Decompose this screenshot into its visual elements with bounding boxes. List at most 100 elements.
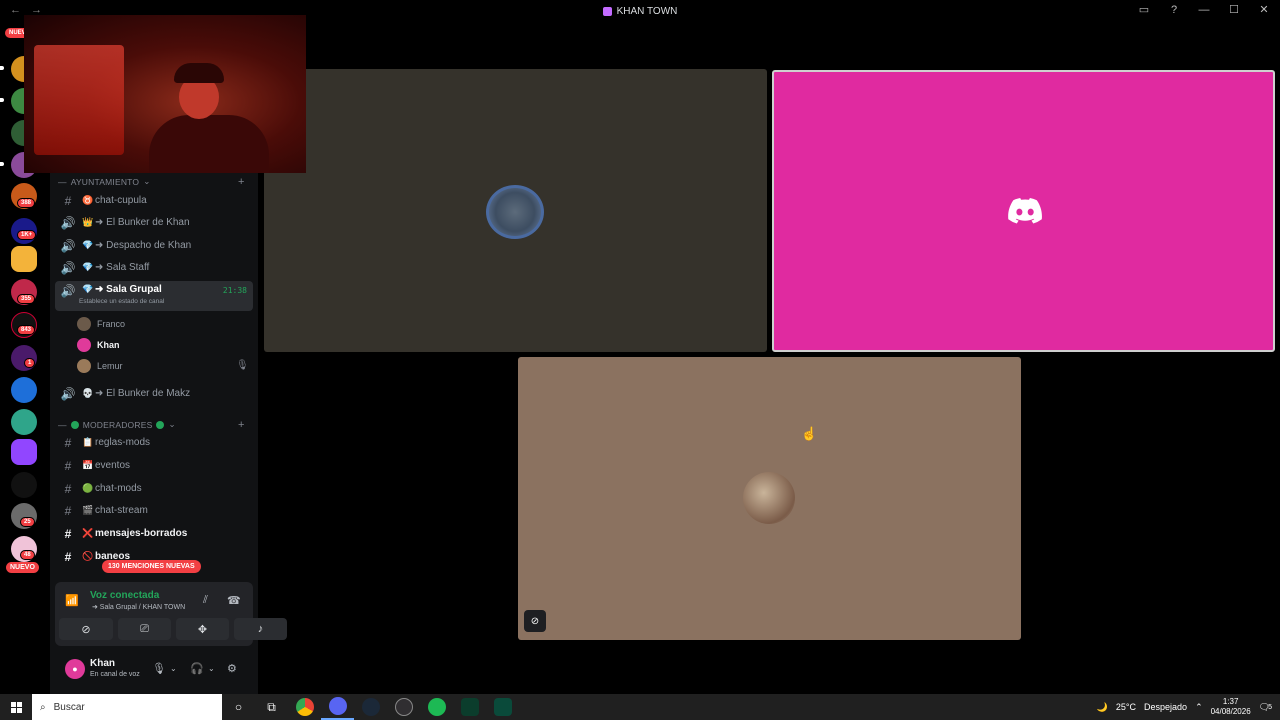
inbox-icon[interactable]: ▭ [1136,3,1152,16]
category-moderadores[interactable]: — MODERADORES ⌄ + [58,419,244,431]
webcam-overlay [24,15,306,173]
channel-chat-cupula[interactable]: # ♉ chat-cupula [55,190,253,211]
chrome-icon [295,698,314,716]
spotify-app[interactable] [420,694,453,720]
text-channel-icon: # [64,435,72,450]
participant-avatar [743,472,795,524]
mention-badge: 388 [17,198,36,208]
server-icon[interactable] [11,377,37,403]
app-icon-glyph [493,698,512,716]
channel-despacho-khan[interactable]: 🔊 💎 ➜ Despacho de Khan [55,235,253,256]
soundboard-button[interactable]: ♪ [234,618,287,640]
webcam-person-hat [174,63,224,83]
channel-label: ➜ Sala Staff [95,262,150,273]
start-button[interactable] [0,694,32,720]
clock[interactable]: 1:37 04/08/2026 [1211,697,1251,717]
noise-suppression-icon[interactable]: ⫽ [203,594,208,607]
category-divider: — [58,419,67,430]
activities-button[interactable]: ✥ [176,618,229,640]
mention-badge: 355 [17,294,36,304]
chevron-down-icon[interactable]: ⌄ [208,664,215,673]
participant-tile-speaking[interactable] [772,70,1275,352]
participant-tile[interactable]: ⊘ [518,357,1021,640]
voice-member[interactable]: Khan [77,336,120,354]
participant-tile[interactable] [264,69,767,352]
voice-timer: 21:38 [222,286,247,295]
search-icon: ⌕ [40,701,46,713]
add-channel-icon[interactable]: + [238,419,245,431]
server-icon [602,6,612,16]
channel-eventos[interactable]: # 📅 eventos [55,455,253,476]
window-title: KHAN TOWN [602,5,678,17]
weather-temp[interactable]: 25°C [1116,702,1136,712]
channel-status-prompt[interactable]: Establece un estado de canal [79,298,164,305]
server-icon[interactable] [11,472,37,498]
channel-sala-grupal[interactable]: 🔊 💎 ➜ Sala Grupal 21:38 Establece un est… [55,281,253,311]
back-arrow-icon[interactable]: ← [10,4,21,16]
channel-chat-stream[interactable]: # 🎬 chat-stream [55,500,253,521]
channel-bunker-makz[interactable]: 🔊 💀 ➜ El Bunker de Makz [55,383,253,404]
help-icon[interactable]: ? [1166,4,1182,16]
maximize-button[interactable]: ☐ [1226,3,1242,16]
chevron-down-icon: ⌄ [143,176,151,186]
microphone-icon[interactable]: 🎙 [152,662,166,675]
server-icon[interactable] [11,409,37,435]
webcam-person-body [149,115,269,173]
voice-member[interactable]: Franco [77,315,125,333]
chevron-up-icon[interactable]: ⌃ [1195,702,1203,713]
monitor-app[interactable] [453,694,486,720]
new-badge[interactable]: NUEVO [6,562,39,573]
chevron-down-icon: ⌄ [168,419,176,429]
voice-status[interactable]: Voz conectada [90,590,159,601]
channel-emoji: 💎 [82,240,94,250]
twitch-server-icon[interactable] [11,439,37,465]
channel-reglas-mods[interactable]: # 📋 reglas-mods [55,432,253,453]
weather-moon-icon[interactable]: 🌙 [1097,702,1108,713]
category-ayuntamiento[interactable]: — AYUNTAMIENTO ⌄ + [58,176,244,188]
channel-sala-staff[interactable]: 🔊 💎 ➜ Sala Staff [55,257,253,278]
category-label: AYUNTAMIENTO [70,176,140,187]
participant-avatar [486,185,544,239]
server-icon[interactable] [11,345,37,371]
close-button[interactable]: ✕ [1256,3,1272,16]
minimize-button[interactable]: — [1196,4,1212,16]
channel-chat-mods[interactable]: # 🟢 chat-mods [55,478,253,499]
channel-label: eventos [95,460,131,471]
task-view-icon[interactable]: ⧉ [255,694,288,720]
discord-app[interactable] [321,694,354,720]
steam-app[interactable] [354,694,387,720]
channel-emoji: 📋 [82,437,94,447]
unread-indicator [0,66,4,70]
chrome-app[interactable] [288,694,321,720]
screen-share-button[interactable]: ⎚ [118,618,171,640]
signal-icon[interactable]: 📶 [65,594,79,607]
weather-desc[interactable]: Despejado [1144,702,1187,712]
headphones-icon[interactable]: 🎧 [190,662,204,675]
channel-mensajes-borrados[interactable]: # ❌ mensajes-borrados [55,523,253,544]
app-icon[interactable] [486,694,519,720]
chevron-down-icon[interactable]: ⌄ [170,664,177,673]
server-icon[interactable] [11,246,37,272]
notifications-count: 5 [1268,703,1272,711]
cortana-icon[interactable]: ○ [222,694,255,720]
channel-label: chat-stream [95,505,148,516]
avatar[interactable]: ● [65,659,85,679]
add-channel-icon[interactable]: + [238,176,245,188]
user-name[interactable]: Khan [90,658,115,669]
taskbar: ⌕ Buscar ○ ⧉ 🌙 25°C Despejado ⌃ 1:37 04/… [0,694,1280,720]
obs-app[interactable] [387,694,420,720]
voice-channel-icon: 🔊 [60,386,76,401]
avatar [77,338,91,352]
new-mentions-pill[interactable]: 130 MENCIONES NUEVAS [102,560,201,573]
channel-label: chat-cupula [95,195,147,206]
channel-emoji: 📅 [82,460,94,470]
camera-off-button[interactable]: ⊘ [59,618,113,640]
taskbar-search[interactable]: ⌕ Buscar [32,694,222,720]
disconnect-icon[interactable]: ☎ [227,594,241,607]
voice-member[interactable]: Lemur [77,357,123,375]
gear-icon[interactable]: ⚙ [227,662,237,675]
window-title-text: KHAN TOWN [616,5,678,17]
voice-location[interactable]: ➜ Sala Grupal / KHAN TOWN [92,603,185,611]
channel-label: ➜ Despacho de Khan [95,240,192,251]
channel-bunker-khan[interactable]: 🔊 👑 ➜ El Bunker de Khan [55,212,253,233]
